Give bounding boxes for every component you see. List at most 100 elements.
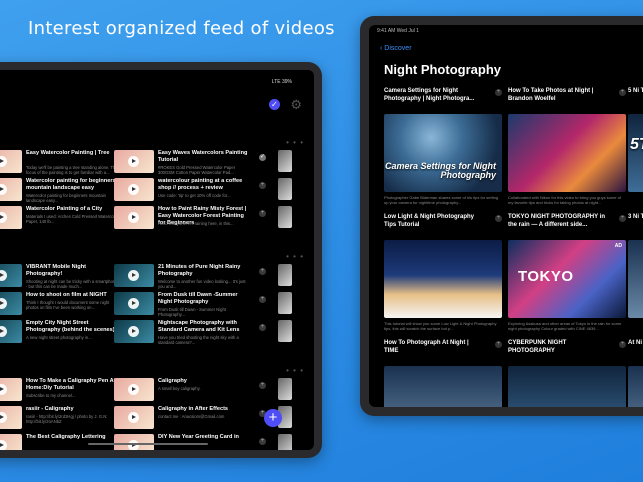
video-item[interactable]: How to shoot on film at NIGHT Think I tho… (0, 292, 134, 318)
video-thumbnail[interactable] (384, 366, 502, 407)
add-icon[interactable]: + (259, 268, 266, 275)
video-thumbnail[interactable] (114, 264, 154, 287)
partial-thumbnail[interactable] (278, 320, 292, 342)
play-icon[interactable] (128, 212, 139, 223)
play-icon[interactable] (0, 270, 7, 281)
video-thumbnail[interactable] (628, 240, 643, 318)
video-description: contact me : Anacsiom@Gmail.com (158, 414, 225, 419)
video-thumbnail[interactable] (114, 150, 154, 173)
video-thumbnail[interactable] (0, 406, 22, 429)
play-icon[interactable] (0, 326, 7, 337)
add-icon[interactable]: + (619, 341, 626, 348)
play-icon[interactable] (128, 412, 139, 423)
back-button[interactable]: ‹ Discover (380, 45, 412, 52)
more-options-icon[interactable]: • • • (286, 366, 304, 375)
video-thumbnail[interactable] (628, 366, 643, 407)
add-icon[interactable]: + (495, 215, 502, 222)
play-icon[interactable] (0, 384, 7, 395)
video-thumbnail[interactable] (0, 378, 22, 401)
video-item[interactable]: The Best Caligraphy Lettering+ (0, 434, 134, 450)
gear-icon[interactable]: ⚙ (290, 97, 302, 113)
video-thumbnail[interactable] (0, 206, 22, 229)
partial-thumbnail[interactable] (278, 434, 292, 450)
added-check-icon[interactable]: ✓ (259, 154, 266, 161)
video-thumbnail[interactable] (114, 206, 154, 229)
add-icon[interactable]: + (495, 341, 502, 348)
video-thumbnail[interactable] (0, 150, 22, 173)
video-item[interactable]: Watercolor painting for beginners mounta… (0, 178, 134, 204)
add-icon[interactable]: + (619, 89, 626, 96)
video-thumbnail[interactable] (114, 378, 154, 401)
more-options-icon[interactable]: • • • (286, 138, 304, 147)
video-item[interactable]: Watercolor Painting of a City Materials I… (0, 206, 134, 232)
video-item[interactable]: How to Paint Rainy Misty Forest | Easy W… (114, 206, 266, 232)
thumbnail-overlay-text: Camera Settings for Night Photography (384, 161, 496, 180)
play-icon[interactable] (0, 298, 7, 309)
video-card-title: Camera Settings for Night Photography | … (384, 88, 475, 102)
play-icon[interactable] (0, 412, 7, 423)
video-item[interactable]: VIBRANT Mobile Night Photography! Shootin… (0, 264, 134, 290)
video-item[interactable]: 21 Minutes of Pure Night Rainy Photograp… (114, 264, 266, 290)
play-icon[interactable] (0, 440, 7, 450)
video-item[interactable]: Caligraphy A small boy caligraphy. + (114, 378, 266, 404)
video-thumbnail[interactable]: TOKYO AD (508, 240, 626, 318)
play-icon[interactable] (128, 384, 139, 395)
video-description: Use code: 'tip' to get 10% off code for.… (158, 193, 231, 198)
video-thumbnail[interactable] (0, 178, 22, 201)
add-icon[interactable]: + (259, 382, 266, 389)
video-thumbnail[interactable] (114, 178, 154, 201)
video-item[interactable]: rasiir - Caligraphy rasiir - http://bit.l… (0, 406, 134, 432)
partial-thumbnail[interactable] (278, 178, 292, 200)
add-icon[interactable]: + (259, 324, 266, 331)
more-options-icon[interactable]: • • • (286, 252, 304, 261)
play-icon[interactable] (128, 326, 139, 337)
add-icon[interactable]: + (619, 215, 626, 222)
add-icon[interactable]: + (259, 182, 266, 189)
play-icon[interactable] (128, 270, 139, 281)
video-thumbnail[interactable] (384, 240, 502, 318)
partial-thumbnail[interactable] (278, 378, 292, 400)
add-icon[interactable]: + (495, 89, 502, 96)
play-icon[interactable] (0, 184, 7, 195)
checkmark-icon[interactable]: ✓ (268, 99, 280, 111)
video-item[interactable]: Easy Watercolor Painting | Tree Today we'… (0, 150, 134, 176)
video-item[interactable]: Caligraphy in After Effects contact me : … (114, 406, 266, 432)
partial-thumbnail[interactable] (278, 150, 292, 172)
video-thumbnail[interactable] (114, 434, 154, 450)
add-interest-button[interactable]: + (264, 409, 282, 427)
video-item[interactable]: Nightscape Photography with Standard Cam… (114, 320, 266, 346)
video-title: Easy Waves Watercolors Painting Tutorial (158, 150, 248, 163)
video-description: A small boy caligraphy. (158, 386, 201, 391)
video-thumbnail[interactable] (0, 434, 22, 450)
play-icon[interactable] (128, 440, 139, 450)
play-icon[interactable] (128, 184, 139, 195)
partial-thumbnail[interactable] (278, 292, 292, 314)
play-icon[interactable] (0, 212, 7, 223)
video-thumbnail[interactable]: Camera Settings for Night Photography (384, 114, 502, 192)
video-thumbnail[interactable] (114, 320, 154, 343)
add-icon[interactable]: + (259, 438, 266, 445)
partial-thumbnail[interactable] (278, 206, 292, 228)
video-thumbnail[interactable]: 5T (628, 114, 643, 192)
video-item[interactable]: From Dusk till Dawn -Summer Night Photog… (114, 292, 266, 318)
video-thumbnail[interactable] (508, 114, 626, 192)
video-item[interactable]: watercolour painting at a coffee shop //… (114, 178, 266, 204)
add-icon[interactable]: + (259, 210, 266, 217)
video-thumbnail[interactable] (0, 264, 22, 287)
video-item[interactable]: Empty City Night Street Photography (beh… (0, 320, 134, 346)
video-item[interactable]: Easy Waves Watercolors Painting Tutorial… (114, 150, 266, 176)
video-thumbnail[interactable] (0, 292, 22, 315)
partial-thumbnail[interactable] (278, 264, 292, 286)
play-icon[interactable] (128, 156, 139, 167)
video-thumbnail[interactable] (114, 406, 154, 429)
video-thumbnail[interactable] (508, 366, 626, 407)
video-thumbnail[interactable] (0, 320, 22, 343)
add-icon[interactable]: + (259, 296, 266, 303)
video-description: Hello everyone! It's raining here, in th… (158, 221, 234, 226)
play-icon[interactable] (0, 156, 7, 167)
video-item[interactable]: How To Make a Caligraphy Pen At Home:Diy… (0, 378, 134, 404)
video-item[interactable]: DIY New Year Greeting Card in + (114, 434, 266, 450)
video-title: The Best Caligraphy Lettering (26, 434, 106, 440)
play-icon[interactable] (128, 298, 139, 309)
video-thumbnail[interactable] (114, 292, 154, 315)
